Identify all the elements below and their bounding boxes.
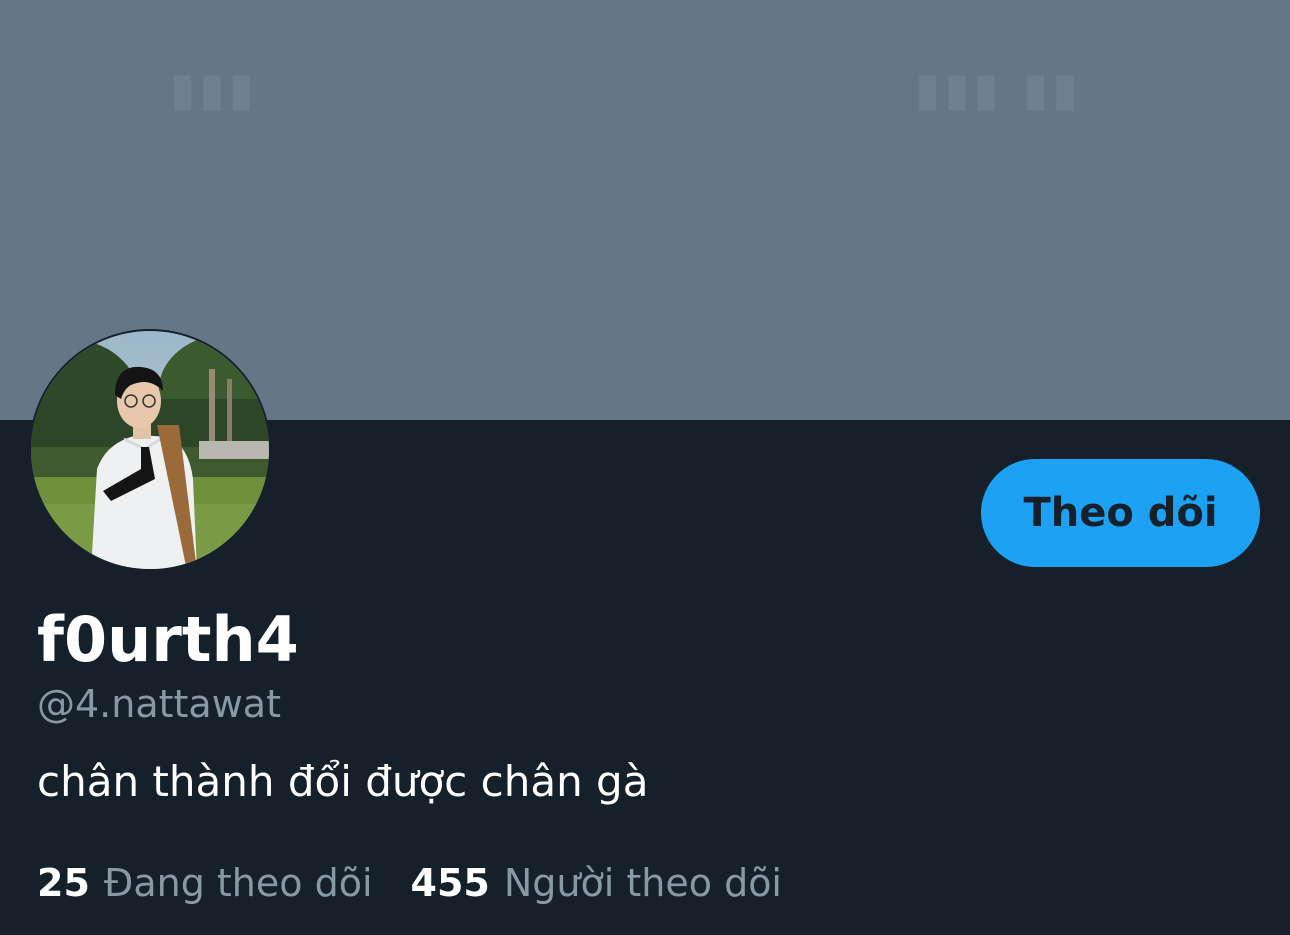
following-stat[interactable]: 25 Đang theo dõi — [37, 858, 373, 908]
follow-button[interactable]: Theo dõi — [981, 459, 1260, 567]
followers-stat[interactable]: 455 Người theo dõi — [411, 858, 782, 908]
banner-texture: ▮▮▮ — [170, 62, 258, 116]
user-handle: @4.nattawat — [37, 682, 281, 726]
avatar[interactable] — [29, 329, 271, 571]
display-name: f0urth4 — [37, 603, 299, 676]
avatar-photo-icon — [31, 331, 269, 569]
banner-texture: ▮▮▮ ▮▮ — [915, 62, 1082, 116]
followers-count: 455 — [410, 861, 490, 905]
profile-stats: 25 Đang theo dõi 455 Người theo dõi — [37, 858, 782, 908]
following-count: 25 — [37, 861, 90, 905]
followers-label: Người theo dõi — [503, 861, 782, 905]
following-label: Đang theo dõi — [103, 861, 373, 905]
profile-bio: chân thành đổi được chân gà — [37, 757, 649, 806]
